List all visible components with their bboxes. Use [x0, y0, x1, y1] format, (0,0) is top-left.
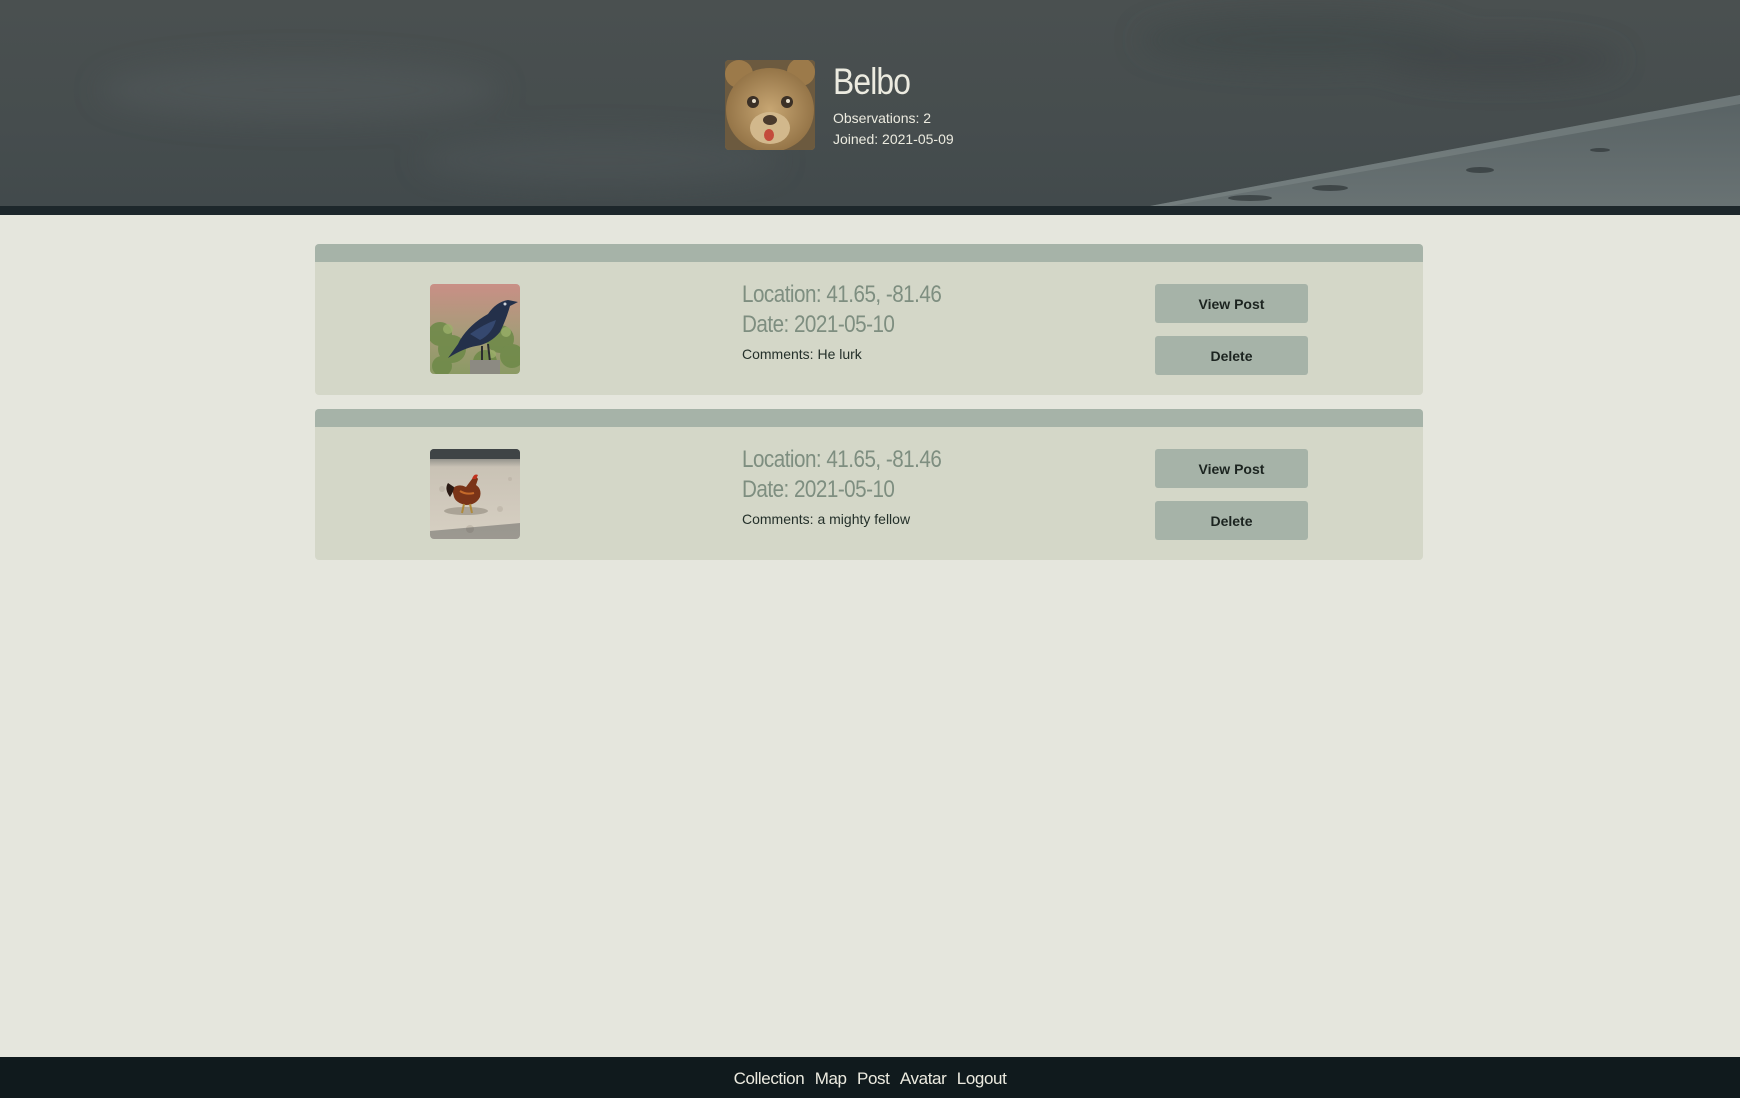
card-header-bar	[315, 409, 1423, 427]
profile-banner: Belbo Observations: 2 Joined: 2021-05-09	[0, 0, 1740, 206]
profile-name: Belbo	[833, 61, 911, 102]
observation-date: Date: 2021-05-10	[742, 476, 895, 503]
observation-card: Location: 41.65, -81.46 Date: 2021-05-10…	[315, 244, 1423, 395]
view-post-button[interactable]: View Post	[1155, 284, 1308, 323]
avatar	[725, 60, 815, 150]
footer-nav-bar: Collection Map Post Avatar Logout	[0, 1057, 1740, 1098]
observation-info: Location: 41.65, -81.46 Date: 2021-05-10…	[742, 445, 974, 528]
joined-date: Joined: 2021-05-09	[833, 131, 954, 147]
rooster-photo-icon	[430, 449, 520, 539]
teddy-bear-avatar-icon	[725, 60, 815, 150]
card-header-bar	[315, 244, 1423, 262]
footer-nav: Collection Map Post Avatar Logout	[731, 1069, 1010, 1089]
nav-link-map[interactable]: Map	[815, 1069, 847, 1089]
observation-card: Location: 41.65, -81.46 Date: 2021-05-10…	[315, 409, 1423, 560]
nav-link-collection[interactable]: Collection	[734, 1069, 805, 1089]
banner-divider	[0, 206, 1740, 215]
nav-link-post[interactable]: Post	[857, 1069, 890, 1089]
observation-thumbnail	[430, 284, 520, 374]
observation-location: Location: 41.65, -81.46	[742, 446, 942, 473]
observations-count: Observations: 2	[833, 110, 932, 126]
nav-link-avatar[interactable]: Avatar	[900, 1069, 947, 1089]
observation-date: Date: 2021-05-10	[742, 311, 895, 338]
observation-thumbnail	[430, 449, 520, 539]
crow-photo-icon	[430, 284, 520, 374]
delete-button[interactable]: Delete	[1155, 336, 1308, 375]
view-post-button[interactable]: View Post	[1155, 449, 1308, 488]
observation-comments: Comments: He lurk	[742, 346, 862, 362]
observation-info: Location: 41.65, -81.46 Date: 2021-05-10…	[742, 280, 974, 363]
observation-location: Location: 41.65, -81.46	[742, 281, 942, 308]
nav-link-logout[interactable]: Logout	[957, 1069, 1007, 1089]
delete-button[interactable]: Delete	[1155, 501, 1308, 540]
observation-comments: Comments: a mighty fellow	[742, 511, 911, 527]
